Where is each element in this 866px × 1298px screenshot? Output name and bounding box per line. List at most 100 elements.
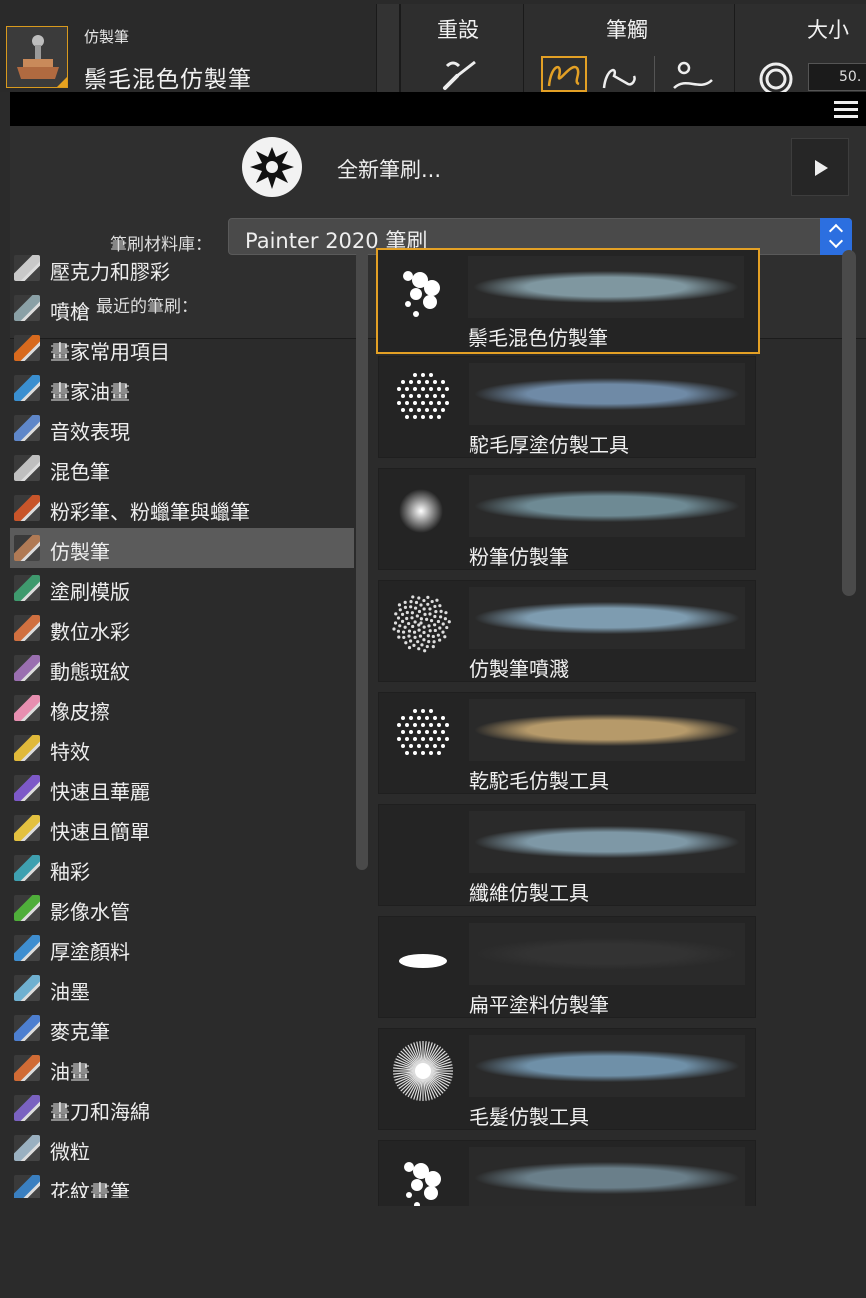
pattern-pen-icon [14, 1175, 40, 1198]
impasto-icon [14, 935, 40, 961]
category-label: 橡皮擦 [50, 700, 110, 724]
reset-label: 重設 [437, 18, 479, 42]
oil-brush-icon [14, 1055, 40, 1081]
artist-brush-icon [14, 335, 40, 361]
reset-group: 重設 [400, 4, 523, 92]
category-item[interactable]: 粉彩筆、粉蠟筆與蠟筆 [10, 488, 354, 528]
category-item[interactable]: 快速且簡單 [10, 808, 354, 848]
category-item[interactable]: 快速且華麗 [10, 768, 354, 808]
variant-scrollbar[interactable] [842, 250, 856, 596]
variant-label: 纖維仿製工具 [469, 881, 589, 905]
dab-preview-icon [387, 813, 457, 879]
new-brush-icon[interactable] [242, 137, 302, 197]
category-item[interactable]: 噴槍 [10, 288, 354, 328]
dynamic-speckle-icon [14, 655, 40, 681]
property-bar: 仿製筆 鬃毛混色仿製筆 重設 筆觸 大小 50. [0, 0, 866, 94]
play-arrow-button[interactable] [791, 138, 849, 196]
fast-fancy-icon [14, 775, 40, 801]
variant-item[interactable]: 纖維仿製工具 [378, 804, 756, 906]
category-scrollbar[interactable] [356, 250, 368, 870]
stroke-preview [469, 587, 745, 649]
current-variant: 鬃毛混色仿製筆 [84, 67, 252, 93]
category-item[interactable]: 油畫 [10, 1048, 354, 1088]
category-item[interactable]: 花紋畫筆 [10, 1168, 354, 1198]
category-label: 塗刷模版 [50, 580, 130, 604]
category-label: 動態斑紋 [50, 660, 130, 684]
category-item[interactable]: 畫家常用項目 [10, 328, 354, 368]
effects-star-icon [14, 735, 40, 761]
category-label: 花紋畫筆 [50, 1180, 130, 1198]
category-item[interactable]: 麥克筆 [10, 1008, 354, 1048]
category-item[interactable]: 數位水彩 [10, 608, 354, 648]
new-brush-label[interactable]: 全新筆刷... [337, 154, 441, 184]
stroke-settings-icon[interactable] [670, 58, 716, 92]
category-label: 影像水管 [50, 900, 130, 924]
category-item[interactable]: 特效 [10, 728, 354, 768]
category-label: 壓克力和膠彩 [50, 260, 170, 284]
category-label: 粉彩筆、粉蠟筆與蠟筆 [50, 500, 250, 524]
marker-icon [14, 1015, 40, 1041]
category-label: 仿製筆 [50, 540, 110, 564]
dab-preview-icon [387, 701, 457, 767]
reset-brush-icon[interactable] [441, 56, 481, 92]
stroke-preview [469, 811, 745, 873]
current-category: 仿製筆 [84, 28, 130, 46]
eraser-icon [14, 695, 40, 721]
stroke-preview [469, 363, 745, 425]
variant-item[interactable] [378, 1140, 756, 1206]
variant-label: 乾駝毛仿製工具 [469, 769, 609, 793]
variant-item[interactable]: 扁平塗料仿製筆 [378, 916, 756, 1018]
category-item[interactable]: 仿製筆 [10, 528, 354, 568]
category-label: 畫刀和海綿 [50, 1100, 150, 1124]
acrylic-brush-icon [14, 255, 40, 281]
category-item[interactable]: 畫家油畫 [10, 368, 354, 408]
dab-preview-icon [387, 477, 457, 543]
variant-item[interactable]: 毛髮仿製工具 [378, 1028, 756, 1130]
glazing-icon [14, 855, 40, 881]
palette-knife-icon [14, 1095, 40, 1121]
size-input[interactable]: 50. [808, 63, 866, 91]
category-label: 音效表現 [50, 420, 130, 444]
variant-item[interactable]: 駝毛厚塗仿製工具 [378, 356, 756, 458]
brush-size-icon[interactable] [757, 60, 795, 94]
category-item[interactable]: 油墨 [10, 968, 354, 1008]
category-item[interactable]: 影像水管 [10, 888, 354, 928]
new-brush-row: 全新筆刷... [10, 126, 866, 211]
ink-icon [14, 975, 40, 1001]
digital-watercolor-icon [14, 615, 40, 641]
stroke-preview [469, 1035, 745, 1097]
category-item[interactable]: 音效表現 [10, 408, 354, 448]
image-hose-icon [14, 895, 40, 921]
variant-label: 仿製筆噴濺 [469, 657, 569, 681]
cloner-stamp-icon [14, 535, 40, 561]
airbrush-icon [14, 295, 40, 321]
chalk-crayon-icon [14, 495, 40, 521]
category-item[interactable]: 微粒 [10, 1128, 354, 1168]
toolbar-grip[interactable] [376, 4, 400, 92]
dab-divider [654, 56, 655, 92]
category-item[interactable]: 釉彩 [10, 848, 354, 888]
dab-preview-icon [387, 1037, 457, 1103]
category-item[interactable]: 壓克力和膠彩 [10, 248, 354, 288]
variant-item[interactable]: 鬃毛混色仿製筆 [376, 248, 760, 354]
category-list: 壓克力和膠彩噴槍 畫家常用項目 畫家油畫音效表現混色筆粉彩筆、粉蠟筆與蠟筆 仿製筆塗刷… [10, 248, 354, 1198]
dab-preview-icon [387, 365, 457, 431]
stroke-type-freehand-button[interactable] [541, 56, 587, 92]
category-label: 微粒 [50, 1140, 90, 1164]
category-item[interactable]: 動態斑紋 [10, 648, 354, 688]
category-item[interactable]: 厚塗顏料 [10, 928, 354, 968]
straight-line-stroke-icon[interactable] [600, 58, 640, 92]
panel-menu-icon[interactable] [834, 101, 858, 119]
variant-item[interactable]: 仿製筆噴濺 [378, 580, 756, 682]
dropdown-corner-icon [57, 77, 67, 87]
brush-selector-button[interactable] [6, 26, 68, 88]
stroke-preview [469, 699, 745, 761]
category-item[interactable]: 塗刷模版 [10, 568, 354, 608]
dab-stencil-icon [14, 575, 40, 601]
variant-item[interactable]: 乾駝毛仿製工具 [378, 692, 756, 794]
variant-label: 鬃毛混色仿製筆 [468, 326, 608, 350]
category-item[interactable]: 混色筆 [10, 448, 354, 488]
category-item[interactable]: 橡皮擦 [10, 688, 354, 728]
variant-item[interactable]: 粉筆仿製筆 [378, 468, 756, 570]
category-item[interactable]: 畫刀和海綿 [10, 1088, 354, 1128]
